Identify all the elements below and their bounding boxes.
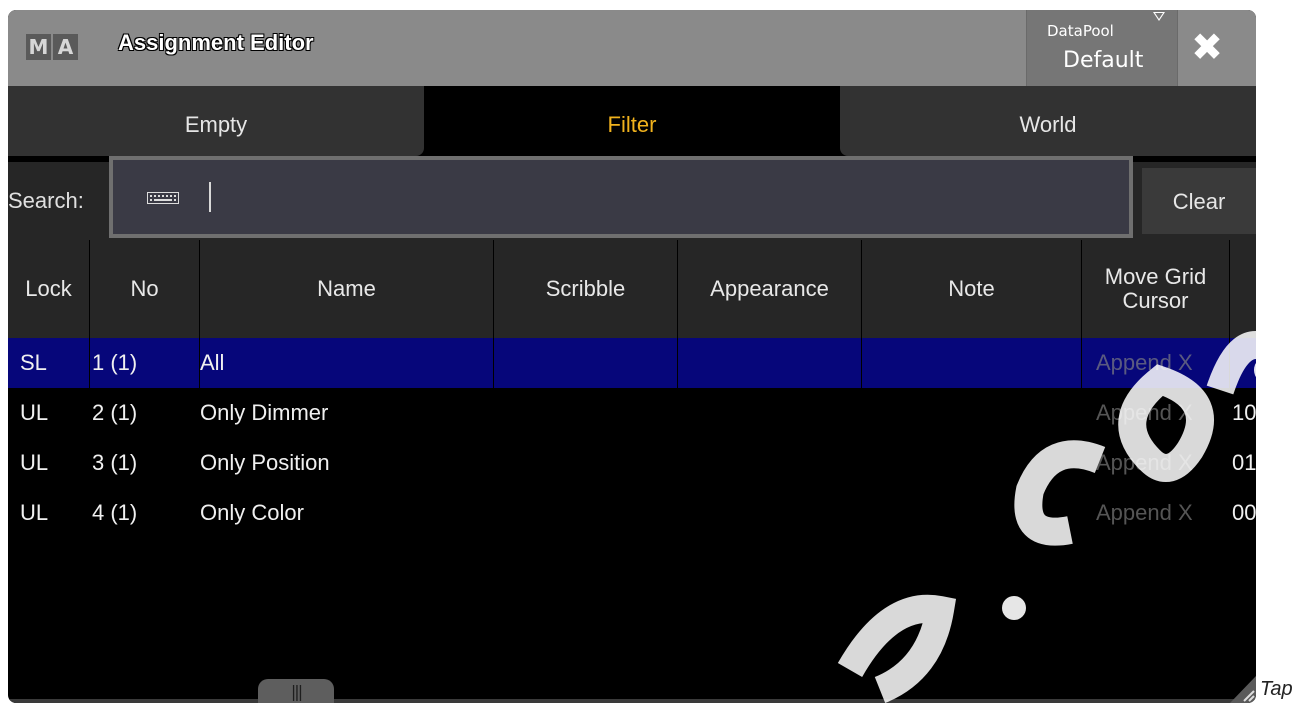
cell-move-grid-cursor: Append X bbox=[1096, 400, 1193, 425]
cell-scribble bbox=[494, 338, 678, 388]
column-header-no[interactable]: No bbox=[90, 240, 200, 338]
cell-lock: UL bbox=[20, 400, 49, 425]
column-header-overflow bbox=[1230, 240, 1256, 338]
cell-note bbox=[862, 338, 1082, 388]
cell-overflow bbox=[1230, 338, 1256, 388]
cell-appearance bbox=[678, 388, 862, 438]
cell-move-grid-cursor: Append X bbox=[1082, 338, 1230, 388]
logo-letter-a: A bbox=[53, 34, 78, 60]
cell-no: 2 (1) bbox=[92, 400, 138, 425]
cell-lock: UL bbox=[20, 500, 49, 525]
cell-appearance bbox=[678, 338, 862, 388]
cell-overflow: 10 bbox=[1232, 400, 1256, 425]
bottom-border bbox=[8, 699, 1256, 703]
close-button[interactable]: ✖ bbox=[1184, 24, 1230, 70]
table-header: Lock No Name Scribble Appearance Note Mo… bbox=[8, 240, 1256, 338]
column-header-lock[interactable]: Lock bbox=[8, 240, 90, 338]
text-caret bbox=[209, 182, 211, 212]
datapool-selector[interactable]: DataPool Default bbox=[1026, 10, 1178, 86]
cell-lock: UL bbox=[20, 450, 49, 475]
cell-name: Only Position bbox=[200, 450, 330, 475]
column-header-note[interactable]: Note bbox=[862, 240, 1082, 338]
ma-logo: M A bbox=[26, 34, 80, 60]
title-bar[interactable]: M A Assignment Editor DataPool Default ✖ bbox=[8, 10, 1256, 86]
drag-handle[interactable]: ||| bbox=[258, 679, 334, 703]
clear-button[interactable]: Clear bbox=[1142, 168, 1256, 234]
search-input[interactable] bbox=[109, 156, 1133, 238]
cell-note bbox=[862, 388, 1082, 438]
column-header-move-grid-cursor[interactable]: Move Grid Cursor bbox=[1082, 240, 1230, 338]
logo-letter-m: M bbox=[26, 34, 51, 60]
cell-no: 3 (1) bbox=[92, 450, 138, 475]
cell-scribble bbox=[494, 388, 678, 438]
assignment-editor-window: M A Assignment Editor DataPool Default ✖… bbox=[8, 10, 1256, 703]
search-row: Search: Clear bbox=[8, 156, 1256, 240]
cell-note bbox=[862, 438, 1082, 488]
search-label: Search: bbox=[8, 188, 84, 213]
tab-bar: Empty Filter World bbox=[8, 86, 1256, 162]
table-row[interactable]: UL 2 (1) Only Dimmer Append X 10 bbox=[8, 388, 1256, 438]
table-row[interactable]: UL 3 (1) Only Position Append X 01 bbox=[8, 438, 1256, 488]
cell-move-grid-cursor: Append X bbox=[1096, 500, 1193, 525]
tab-world[interactable]: World bbox=[840, 86, 1256, 156]
cell-lock: SL bbox=[8, 338, 90, 388]
datapool-value: Default bbox=[1063, 48, 1144, 73]
resize-grip-icon[interactable] bbox=[1230, 676, 1256, 703]
cell-name: Only Color bbox=[200, 500, 304, 525]
cell-overflow: 01 bbox=[1232, 450, 1256, 475]
close-icon: ✖ bbox=[1191, 25, 1223, 69]
cell-no: 4 (1) bbox=[92, 500, 138, 525]
cell-name: All bbox=[200, 338, 494, 388]
table-row[interactable]: SL 1 (1) All Append X bbox=[8, 338, 1256, 388]
tap-caption: Tap bbox=[1260, 678, 1293, 700]
cell-appearance bbox=[678, 488, 862, 538]
cell-overflow: 00 bbox=[1232, 500, 1256, 525]
cell-scribble bbox=[494, 438, 678, 488]
cell-no: 1 (1) bbox=[90, 338, 200, 388]
tab-filter[interactable]: Filter bbox=[424, 86, 840, 156]
tab-empty[interactable]: Empty bbox=[8, 86, 424, 156]
cell-appearance bbox=[678, 438, 862, 488]
window-title: Assignment Editor bbox=[118, 30, 314, 55]
datapool-label: DataPool bbox=[1047, 22, 1114, 40]
cell-note bbox=[862, 488, 1082, 538]
cell-name: Only Dimmer bbox=[200, 400, 329, 425]
keyboard-icon[interactable] bbox=[147, 192, 179, 204]
cell-scribble bbox=[494, 488, 678, 538]
dropdown-arrow-icon bbox=[1153, 12, 1165, 21]
column-header-appearance[interactable]: Appearance bbox=[678, 240, 862, 338]
column-header-name[interactable]: Name bbox=[200, 240, 494, 338]
cell-move-grid-cursor: Append X bbox=[1096, 450, 1193, 475]
table-row[interactable]: UL 4 (1) Only Color Append X 00 bbox=[8, 488, 1256, 538]
column-header-scribble[interactable]: Scribble bbox=[494, 240, 678, 338]
